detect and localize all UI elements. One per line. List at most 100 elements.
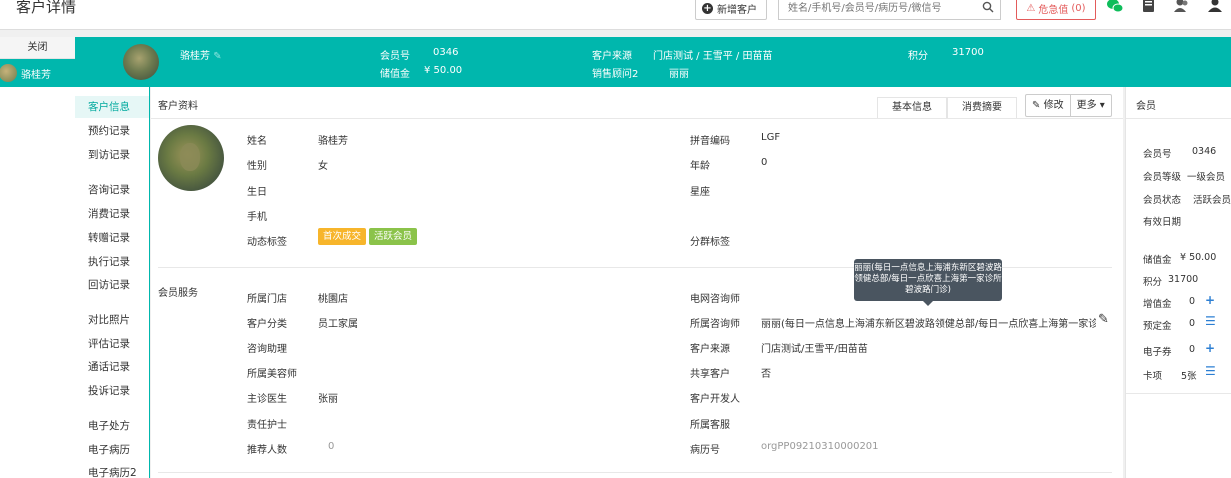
caret-down-icon: ▾ — [1099, 100, 1105, 111]
nav-consumption-records[interactable]: 消费记录 — [88, 206, 130, 221]
rp-level-label: 会员等级 — [1143, 172, 1182, 183]
deposit-list-icon[interactable]: ☰ — [1205, 314, 1216, 328]
nav-customer-info[interactable]: 客户信息 — [75, 96, 149, 118]
tag-active-member: 活跃会员 — [369, 228, 418, 245]
record-nav: 客户信息 预约记录 到访记录 咨询记录 消费记录 转赠记录 执行记录 回访记录 … — [75, 87, 150, 478]
nav-appointment-records[interactable]: 预约记录 — [88, 123, 130, 138]
profile-icon[interactable] — [1208, 0, 1222, 14]
nav-call-records[interactable]: 通话记录 — [88, 359, 130, 374]
add-coupon-icon[interactable]: + — [1205, 341, 1215, 355]
section-title: 客户资料 — [158, 101, 198, 112]
tab-consumption-summary[interactable]: 消费摘要 — [947, 97, 1017, 119]
rp-status-label: 会员状态 — [1143, 195, 1182, 206]
nav-e-medical-record[interactable]: 电子病历 — [88, 442, 130, 457]
page-title: 客户详情 — [16, 0, 77, 16]
category-label: 客户分类 — [247, 319, 287, 330]
member-no-label: 会员号 — [380, 51, 410, 62]
search-icon[interactable] — [982, 1, 994, 13]
nav-execution-records[interactable]: 执行记录 — [88, 254, 130, 269]
customer-photo[interactable] — [158, 125, 224, 191]
nurse-label: 责任护士 — [247, 420, 287, 431]
nav-consult-records[interactable]: 咨询记录 — [88, 182, 130, 197]
rp-level-value: 一级会员 — [1187, 172, 1226, 183]
age-value: 0 — [761, 157, 768, 168]
users-icon[interactable] — [1173, 0, 1191, 14]
nav-transfer-records[interactable]: 转赠记录 — [88, 230, 130, 245]
wechat-icon[interactable] — [1106, 0, 1124, 14]
customer-tab-strip: 关闭 骆桂芳 — [0, 37, 75, 478]
dynamic-tags-label: 动态标签 — [247, 237, 287, 248]
rp-gift-label: 增值金 — [1143, 299, 1172, 310]
plus-circle-icon: + — [702, 2, 713, 14]
rp-points-label: 积分 — [1143, 277, 1163, 288]
nav-comparison-photos[interactable]: 对比照片 — [88, 312, 130, 327]
doctor-value: 张丽 — [318, 394, 338, 405]
search-input[interactable] — [779, 0, 974, 19]
service-staff-label: 所属客服 — [690, 420, 730, 431]
member-service-title: 会员服务 — [158, 288, 198, 299]
nav-e-prescription[interactable]: 电子处方 — [88, 418, 130, 433]
stored-label: 储值金 — [380, 69, 410, 80]
edit-consultant-icon[interactable]: ✎ — [1098, 312, 1109, 327]
member-no-value: 0346 — [433, 47, 459, 58]
gender-value: 女 — [318, 161, 328, 172]
rp-stored-value: ¥ 50.00 — [1180, 252, 1217, 263]
tab-basic-info[interactable]: 基本信息 — [877, 97, 947, 119]
consultant-label: 销售顾问2 — [592, 69, 639, 80]
nav-e-medical-record-2[interactable]: 电子病历2 — [88, 465, 137, 478]
name-value: 骆桂芳 — [318, 136, 348, 147]
phone-label: 手机 — [247, 212, 267, 223]
referral-count-label: 推荐人数 — [247, 445, 287, 456]
more-dropdown[interactable]: 更多 ▾ — [1069, 95, 1111, 116]
referral-count-value: 0 — [328, 441, 335, 452]
danger-count: (0) — [1071, 2, 1086, 14]
card-list-icon[interactable]: ☰ — [1205, 364, 1216, 378]
rp-card-label: 卡项 — [1143, 371, 1163, 382]
birthday-label: 生日 — [247, 187, 267, 198]
rp-expiry-label: 有效日期 — [1143, 217, 1182, 228]
rp-status-value: 活跃会员 — [1193, 195, 1231, 206]
danger-label: 危急值 — [1038, 4, 1069, 16]
consultant-tooltip: 丽丽(每日一点信息上海浦东新区碧波路领健总部/每日一点欣喜上海第一家诊所碧波路门… — [854, 259, 1002, 306]
top-bar: 客户详情 + 新增客户 ⚠ 危急值 (0) — [0, 0, 1231, 30]
edit-button[interactable]: ✎ 修改 — [1026, 95, 1070, 116]
stored-value: ¥ 50.00 — [424, 65, 463, 76]
danger-value-button[interactable]: ⚠ 危急值 (0) — [1016, 0, 1096, 20]
name-label: 姓名 — [247, 136, 267, 147]
source-value: 门店测试 / 王雪平 / 田苗苗 — [653, 51, 773, 62]
tag-first-deal: 首次成交 — [318, 228, 367, 245]
add-gift-icon[interactable]: + — [1205, 293, 1215, 307]
developer-label: 客户开发人 — [690, 394, 740, 405]
nav-evaluation-records[interactable]: 评估记录 — [88, 336, 130, 351]
customer-tab[interactable]: 骆桂芳 — [0, 59, 75, 87]
member-panel-title: 会员 — [1136, 101, 1156, 112]
nav-complaint-records[interactable]: 投诉记录 — [88, 383, 130, 398]
points-value: 31700 — [952, 47, 984, 58]
rp-deposit-value: 0 — [1189, 318, 1196, 329]
bottom-divider — [158, 472, 1112, 473]
rp-stored-label: 储值金 — [1143, 255, 1172, 266]
rp-deposit-label: 预定金 — [1143, 321, 1172, 332]
customer-tab-label: 骆桂芳 — [21, 69, 51, 81]
points-label: 积分 — [908, 51, 928, 62]
edit-name-icon[interactable]: ✎ — [213, 51, 221, 62]
nav-visit-records[interactable]: 到访记录 — [88, 147, 130, 162]
new-customer-label: 新增客户 — [717, 4, 757, 16]
beautician-label: 所属美容师 — [247, 369, 297, 380]
document-icon[interactable] — [1141, 0, 1157, 14]
online-consultant-label: 电网咨询师 — [690, 294, 740, 305]
rp-card-value: 5张 — [1181, 371, 1197, 382]
member-panel: 会员 会员号 0346 会员等级 一级会员 会员状态 活跃会员 有效日期 储值金… — [1125, 87, 1231, 478]
store-label: 所属门店 — [247, 294, 287, 305]
profile-tabs: 基本信息 消费摘要 — [877, 97, 1017, 119]
age-label: 年龄 — [690, 161, 710, 172]
category-value: 员工家属 — [318, 319, 358, 330]
avatar — [0, 64, 17, 82]
shared-customer-value: 否 — [761, 369, 771, 380]
rp-points-value: 31700 — [1168, 274, 1199, 285]
rp-member-no-value: 0346 — [1192, 146, 1217, 157]
new-customer-button[interactable]: + 新增客户 — [695, 0, 767, 20]
close-tab-button[interactable]: 关闭 — [0, 37, 75, 59]
nav-followup-records[interactable]: 回访记录 — [88, 277, 130, 292]
source-label: 客户来源 — [592, 51, 632, 62]
